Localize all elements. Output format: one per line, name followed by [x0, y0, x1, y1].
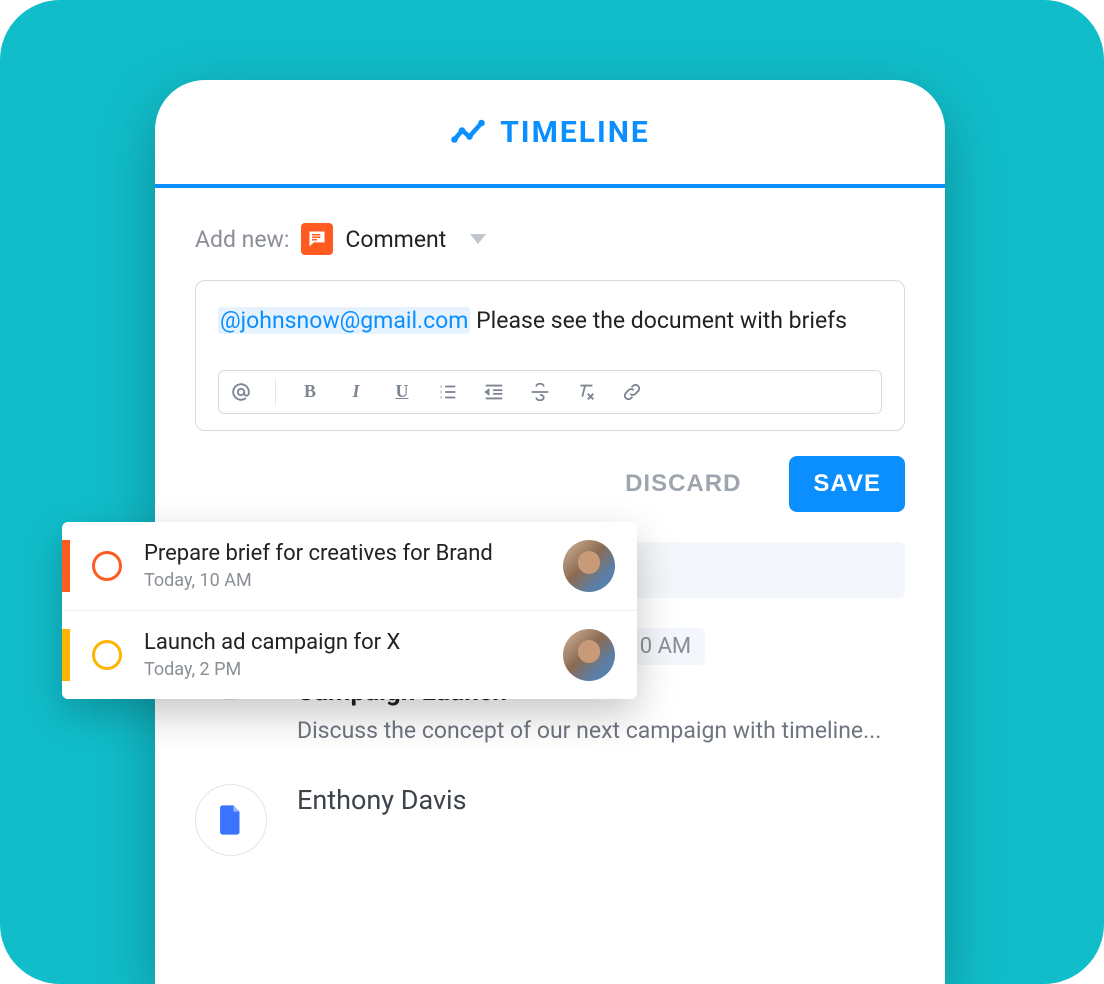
- toolbar-divider: [275, 379, 276, 405]
- composer: @johnsnow@gmail.com Please see the docum…: [195, 280, 905, 431]
- task-radio[interactable]: [92, 640, 122, 670]
- timeline-entry[interactable]: Enthony Davis: [195, 784, 905, 856]
- underline-button[interactable]: U: [390, 380, 414, 404]
- entry-body: Enthony Davis: [297, 784, 905, 856]
- tab-title[interactable]: TIMELINE: [500, 115, 650, 150]
- task-popover: Prepare brief for creatives for Brand To…: [62, 522, 637, 699]
- composer-text-content: Please see the document with briefs: [470, 307, 847, 334]
- task-title: Launch ad campaign for X: [144, 630, 563, 655]
- task-text: Launch ad campaign for X Today, 2 PM: [144, 630, 563, 680]
- task-time: Today, 10 AM: [144, 570, 563, 591]
- entry-description: Discuss the concept of our next campaign…: [297, 717, 905, 744]
- strikethrough-icon[interactable]: [528, 380, 552, 404]
- task-radio[interactable]: [92, 551, 122, 581]
- link-icon[interactable]: [620, 380, 644, 404]
- mention-icon[interactable]: [229, 380, 253, 404]
- task-time: Today, 2 PM: [144, 659, 563, 680]
- list-icon[interactable]: [436, 380, 460, 404]
- entry-head: Enthony Davis: [297, 784, 905, 816]
- priority-stripe: [62, 629, 70, 681]
- chevron-down-icon[interactable]: [470, 234, 486, 244]
- tab-header: TIMELINE: [155, 80, 945, 188]
- add-new-row: Add new: Comment: [195, 223, 905, 255]
- task-title: Prepare brief for creatives for Brand: [144, 541, 563, 566]
- priority-stripe: [62, 540, 70, 592]
- save-button[interactable]: SAVE: [789, 456, 905, 512]
- discard-button[interactable]: DISCARD: [601, 456, 765, 512]
- entry-type-selector-label[interactable]: Comment: [345, 226, 446, 253]
- composer-actions: DISCARD SAVE: [195, 456, 905, 512]
- italic-button[interactable]: I: [344, 380, 368, 404]
- bold-button[interactable]: B: [298, 380, 322, 404]
- avatar: [563, 540, 615, 592]
- avatar: [563, 629, 615, 681]
- mention-chip[interactable]: @johnsnow@gmail.com: [218, 307, 470, 334]
- entry-author: Enthony Davis: [297, 784, 467, 816]
- document-icon: [195, 784, 267, 856]
- outdent-icon[interactable]: [482, 380, 506, 404]
- clear-format-icon[interactable]: [574, 380, 598, 404]
- comment-icon: [301, 223, 333, 255]
- task-item[interactable]: Launch ad campaign for X Today, 2 PM: [62, 611, 637, 699]
- timeline-icon: [450, 114, 486, 150]
- task-text: Prepare brief for creatives for Brand To…: [144, 541, 563, 591]
- task-item[interactable]: Prepare brief for creatives for Brand To…: [62, 522, 637, 611]
- composer-textarea[interactable]: @johnsnow@gmail.com Please see the docum…: [218, 303, 882, 340]
- format-toolbar: B I U: [218, 370, 882, 414]
- add-new-label: Add new:: [195, 226, 289, 253]
